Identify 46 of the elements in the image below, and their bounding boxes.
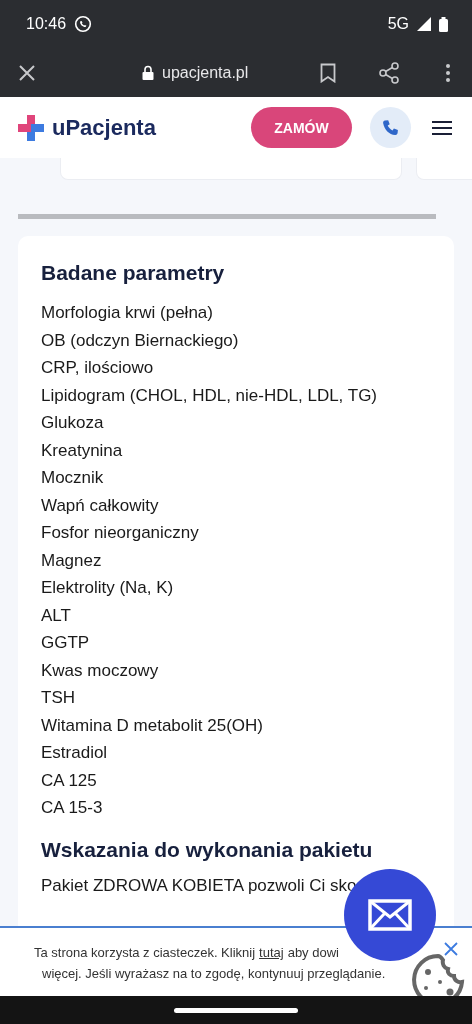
cookie-link[interactable]: tutaj (259, 945, 284, 960)
parameter-item: TSH (41, 687, 76, 709)
parameter-item: GGTP (41, 632, 91, 654)
parameter-item: CA 125 (41, 769, 98, 792)
clock-time: 10:46 (26, 15, 67, 33)
close-icon[interactable] (444, 942, 458, 956)
parameter-item: OB (odczyn Biernackiego) (41, 329, 240, 352)
battery-icon (439, 16, 448, 32)
cookie-text: Ta strona korzysta z ciasteczek. Kliknij (34, 945, 256, 960)
home-indicator[interactable] (174, 1007, 298, 1013)
parameter-item: CRP, ilościowo (41, 357, 155, 379)
chat-bubble-icon (74, 15, 93, 33)
parameter-item: Kreatynina (41, 439, 124, 462)
section-heading: Badane parametry (41, 261, 226, 285)
share-icon[interactable] (378, 61, 400, 84)
lock-icon (142, 65, 154, 80)
site-logo[interactable]: uPacjenta (52, 114, 156, 141)
parameter-item: ALT (41, 604, 72, 627)
address-bar[interactable]: upacjenta.pl (142, 63, 249, 82)
parameter-item: Kwas moczowy (41, 659, 160, 682)
parameter-item: Glukoza (41, 412, 105, 434)
parameter-item: Morfologia krwi (pełna) (41, 302, 214, 324)
parameter-item: Fosfor nieorganiczny (41, 522, 200, 544)
parameter-item: Lipidogram (CHOL, HDL, nie-HDL, LDL, TG) (41, 384, 378, 407)
parameter-item: Wapń całkowity (41, 494, 160, 517)
section-heading: Wskazania do wykonania pakietu (41, 837, 374, 862)
bookmark-icon[interactable] (320, 62, 336, 83)
parameter-item: Magnez (41, 549, 103, 572)
envelope-icon (368, 899, 412, 931)
cross-logo-icon[interactable] (18, 114, 44, 141)
cookie-text: aby dowi (287, 945, 339, 960)
menu-icon[interactable] (432, 119, 452, 136)
parameter-item: Mocznik (41, 467, 105, 489)
phone-button[interactable] (370, 107, 411, 148)
parameter-item: CA 15-3 (41, 797, 104, 819)
cookie-text: więcej. Jeśli wyrażasz na to zgodę, kontynuuj przeglądanie. (42, 966, 386, 981)
parameter-item: Witamina D metabolit 25(OH) (41, 714, 264, 737)
signal-icon (417, 17, 431, 31)
parameter-item: Estradiol (41, 742, 109, 764)
order-button[interactable]: ZAMÓW (251, 107, 352, 148)
more-icon[interactable] (446, 63, 450, 82)
network-label: 5G (387, 15, 409, 33)
scroll-bar[interactable] (18, 214, 436, 219)
close-icon[interactable] (18, 63, 36, 82)
phone-icon (381, 118, 400, 137)
parameter-item: Elektrolity (Na, K) (41, 577, 175, 599)
